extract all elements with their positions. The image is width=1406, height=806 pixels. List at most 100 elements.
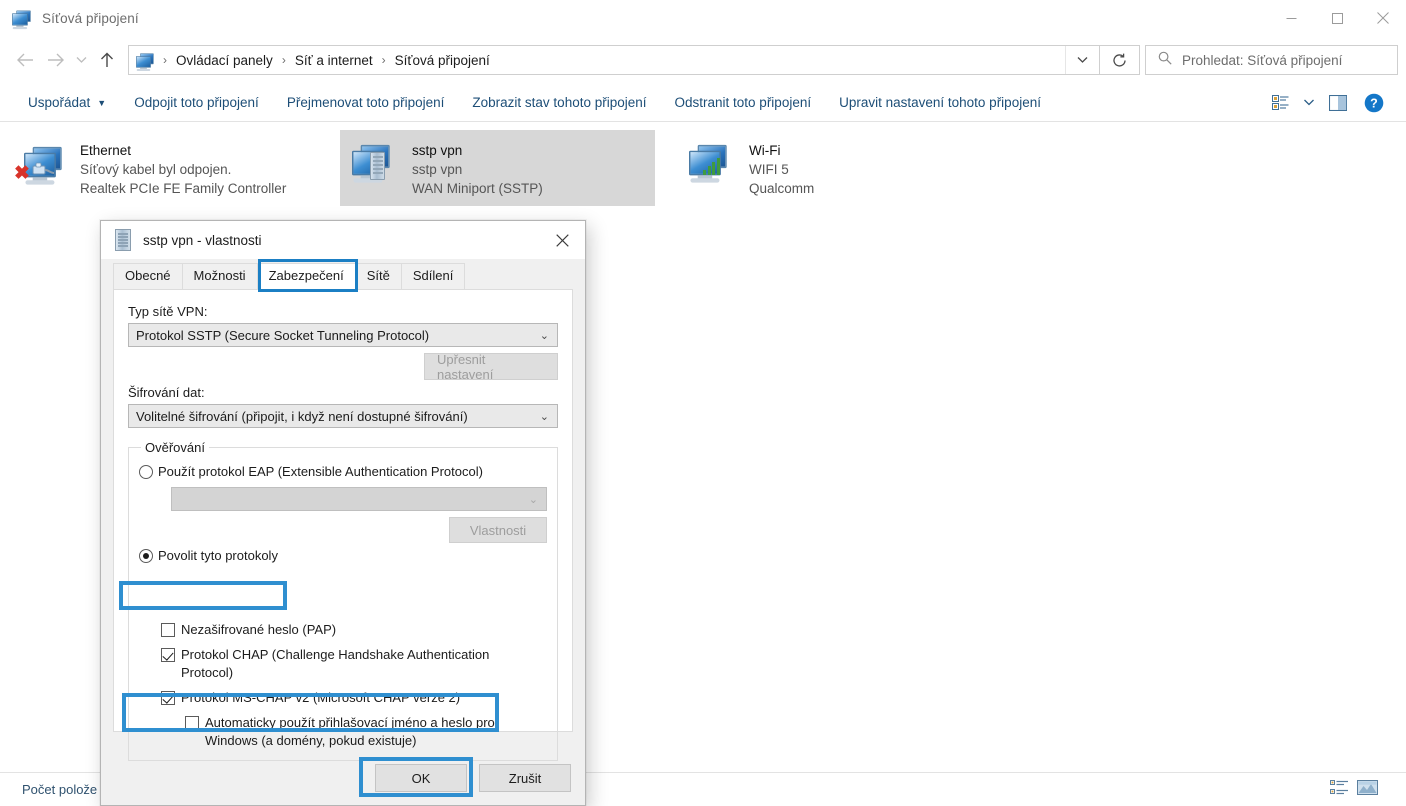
view-chevron-down-icon[interactable] [1298,84,1320,122]
wifi-connection-icon [687,138,743,190]
connection-status: WIFI 5 [749,162,789,177]
tab-zabezpeceni[interactable]: Zabezpečení [256,263,356,289]
chap-checkbox[interactable] [161,648,175,662]
view-buttons [1330,779,1396,801]
mschapv2-checkbox[interactable] [161,691,175,705]
command-bar: Uspořádat ▼ Odpojit toto připojení Přejm… [0,84,1406,122]
address-chevron-down-icon[interactable] [1065,46,1099,74]
breadcrumb-separator: › [163,53,167,67]
search-input[interactable]: Prohledat: Síťová připojení [1145,45,1398,75]
connection-text: Wi-Fi WIFI 5 Qualcomm [749,138,814,198]
tiles-view-icon[interactable] [1357,779,1378,801]
network-adapter-disconnected-icon: ✖ [14,138,74,190]
connection-status: Síťový kabel byl odpojen. [80,162,232,177]
connection-device: WAN Miniport (SSTP) [412,181,543,196]
back-arrow-icon[interactable] [10,44,40,76]
svg-text:?: ? [1370,96,1378,110]
connection-text: sstp vpn sstp vpn WAN Miniport (SSTP) [412,138,543,198]
command-bar-right: ? [1262,84,1406,122]
address-bar-row: › Ovládací panely › Síť a internet › Síť… [0,36,1406,84]
allow-protocols-radio-row[interactable]: Povolit tyto protokoly [139,547,547,565]
command-disconnect[interactable]: Odpojit toto připojení [120,84,273,121]
protocol-row-chap[interactable]: Protokol CHAP (Challenge Handshake Authe… [161,646,501,682]
auto-credentials-label: Automaticky použít přihlašovací jméno a … [205,715,495,748]
ok-button[interactable]: OK [375,764,467,792]
breadcrumb-item-1[interactable]: Síť a internet [293,53,375,68]
protocol-row-mschapv2[interactable]: Protokol MS-CHAP v2 (Microsoft CHAP verz… [161,689,547,707]
up-arrow-icon[interactable] [92,44,122,76]
connection-device: Realtek PCIe FE Family Controller [80,181,287,196]
vpn-properties-dialog: sstp vpn - vlastnosti Obecné Možnosti Za… [100,220,586,806]
command-view-status[interactable]: Zobrazit stav tohoto připojení [458,84,660,121]
minimize-button[interactable] [1268,0,1314,36]
window-controls [1268,0,1406,36]
eap-radio[interactable] [139,465,153,479]
connection-name: sstp vpn [412,143,463,158]
preview-pane-icon[interactable] [1320,84,1356,122]
vpn-type-select[interactable]: Protokol SSTP (Secure Socket Tunneling P… [128,323,558,347]
pap-checkbox[interactable] [161,623,175,637]
vpn-server-icon [115,229,131,251]
vpn-connection-icon [350,138,406,190]
advanced-settings-button[interactable]: Upřesnit nastavení [424,352,558,382]
advanced-row: Upřesnit nastavení [128,352,558,382]
command-delete[interactable]: Odstranit toto připojení [661,84,826,121]
chap-label: Protokol CHAP (Challenge Handshake Authe… [181,647,490,680]
breadcrumb-separator: › [281,53,286,67]
protocol-row-auto-credentials[interactable]: Automaticky použít přihlašovací jméno a … [185,714,501,750]
breadcrumb[interactable]: › Ovládací panely › Síť a internet › Síť… [128,45,1100,75]
maximize-button[interactable] [1314,0,1360,36]
vpn-server-icon [370,152,385,180]
chevron-down-icon: ▼ [97,97,107,108]
tab-moznosti[interactable]: Možnosti [181,263,258,289]
protocol-row-pap[interactable]: Nezašifrované heslo (PAP) [161,621,547,639]
dialog-close-button[interactable] [539,221,585,259]
allow-protocols-radio-label: Povolit tyto protokoly [158,548,278,563]
refresh-icon[interactable] [1100,45,1140,75]
help-icon[interactable]: ? [1356,84,1392,122]
breadcrumb-separator: › [381,53,386,67]
search-icon [1158,51,1172,70]
breadcrumb-item-0[interactable]: Ovládací panely [174,53,275,68]
encryption-value: Volitelné šifrování (připojit, i když ne… [136,408,468,424]
eap-properties-button[interactable]: Vlastnosti [449,517,547,543]
cancel-button[interactable]: Zrušit [479,764,571,792]
breadcrumb-item-2[interactable]: Síťová připojení [393,53,492,68]
connection-item-wifi[interactable]: Wi-Fi WIFI 5 Qualcomm [677,130,987,206]
eap-radio-label: Použít protokol EAP (Extensible Authenti… [158,464,483,479]
connection-text: Ethernet Síťový kabel byl odpojen. Realt… [80,138,286,198]
connection-status: sstp vpn [412,162,463,177]
search-placeholder: Prohledat: Síťová připojení [1182,52,1343,68]
command-rename[interactable]: Přejmenovat toto připojení [273,84,459,121]
command-change-settings[interactable]: Upravit nastavení tohoto připojení [825,84,1055,121]
connection-device: Qualcomm [749,181,815,196]
auto-credentials-checkbox[interactable] [185,716,199,730]
connection-name: Ethernet [80,143,132,158]
eap-radio-row[interactable]: Použít protokol EAP (Extensible Authenti… [139,463,547,481]
chevron-down-icon: ⌄ [539,410,549,423]
eap-method-select[interactable]: ⌄ [171,487,547,511]
details-view-icon[interactable] [1330,779,1349,801]
pap-label: Nezašifrované heslo (PAP) [181,622,337,637]
connections-row: ✖ Ethernet Síťový kabel byl odpojen. Rea… [0,130,1406,206]
disconnected-x-icon: ✖ [14,163,30,184]
tab-site[interactable]: Sítě [354,263,402,289]
dialog-footer: OK Zrušit [101,751,585,805]
dialog-body: Obecné Možnosti Zabezpečení Sítě Sdílení… [101,259,585,761]
authentication-group: Ověřování Použít protokol EAP (Extensibl… [128,440,558,761]
change-view-icon[interactable] [1262,84,1298,122]
forward-arrow-icon[interactable] [40,44,70,76]
tab-obecne[interactable]: Obecné [113,263,183,289]
command-usporadat[interactable]: Uspořádat ▼ [14,84,120,121]
network-connections-icon [136,52,156,71]
encryption-select[interactable]: Volitelné šifrování (připojit, i když ne… [128,404,558,428]
allow-protocols-radio[interactable] [139,549,153,563]
connection-item-ethernet[interactable]: ✖ Ethernet Síťový kabel byl odpojen. Rea… [8,130,318,206]
tab-sdileni[interactable]: Sdílení [400,263,466,289]
connection-item-sstp-vpn[interactable]: sstp vpn sstp vpn WAN Miniport (SSTP) [340,130,655,206]
item-count-label: Počet polože [22,782,98,797]
recent-locations-chevron-down-icon[interactable] [70,44,92,76]
command-label: Uspořádat [28,95,91,110]
close-button[interactable] [1360,0,1406,36]
window-title: Síťová připojení [42,10,139,26]
